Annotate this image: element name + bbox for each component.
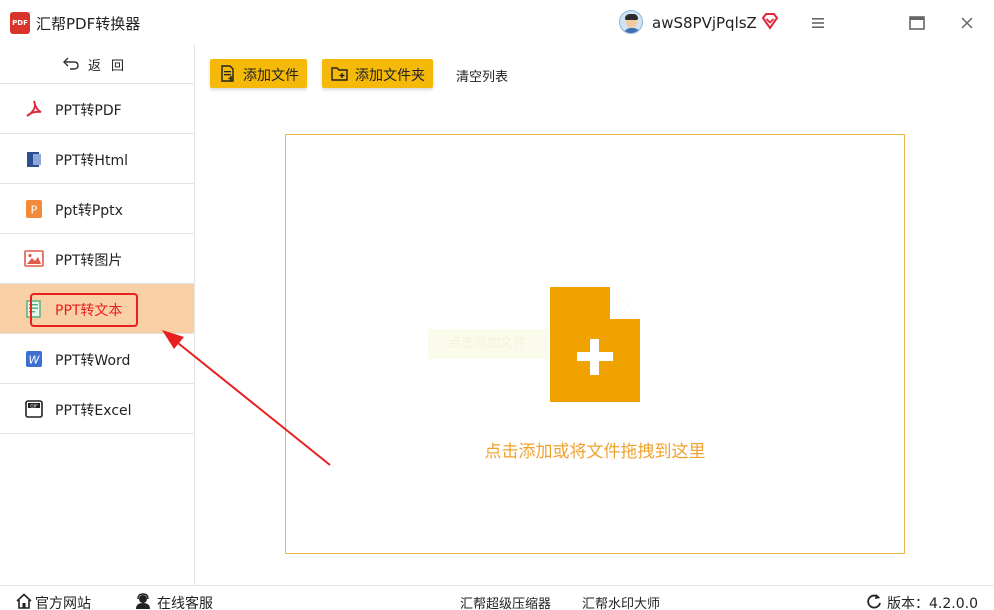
add-file-icon [221, 65, 234, 82]
sidebar-item-label: PPT转Word [55, 353, 131, 369]
app-title: 汇帮PDF转换器 [36, 15, 141, 33]
sidebar-item-ppt-to-excel[interactable]: GIF PPT转Excel [0, 384, 194, 434]
highlight-box [30, 293, 138, 327]
menu-icon[interactable] [805, 10, 831, 36]
svg-text:W: W [29, 354, 41, 367]
home-icon [16, 593, 32, 609]
title-bar: PDF 汇帮PDF转换器 awS8PVjPqlsZ [0, 0, 994, 44]
back-arrow-icon [63, 57, 79, 70]
sidebar-item-label: PPT转PDF [55, 103, 122, 119]
avatar[interactable] [619, 10, 643, 34]
svg-text:P: P [31, 204, 38, 217]
sidebar-item-ppt-to-pdf[interactable]: PPT转PDF [0, 84, 194, 134]
sidebar-item-label: Ppt转Pptx [55, 203, 123, 219]
conversion-menu: PPT转PDF PPT转Html P Ppt转Pptx PPT转图片 PPT转文… [0, 84, 194, 434]
drop-hint-text: 点击添加或将文件拖拽到这里 [484, 442, 706, 462]
sidebar-item-ppt-to-text[interactable]: PPT转文本 [0, 284, 194, 334]
back-label: 返回 [88, 59, 135, 74]
excel-icon: GIF [25, 400, 43, 418]
add-folder-icon [331, 67, 348, 81]
add-folder-label: 添加文件夹 [355, 68, 425, 84]
ghost-tooltip: 点击添加文件 [428, 329, 546, 359]
sidebar-item-ppt-to-word[interactable]: W PPT转Word [0, 334, 194, 384]
add-file-label: 添加文件 [243, 68, 299, 84]
sidebar-item-ppt-to-image[interactable]: PPT转图片 [0, 234, 194, 284]
compressor-link[interactable]: 汇帮超级压缩器 [460, 593, 551, 610]
file-drop-zone[interactable]: 点击添加文件 点击添加或将文件拖拽到这里 [285, 134, 905, 554]
sidebar-item-ppt-to-html[interactable]: PPT转Html [0, 134, 194, 184]
image-icon [24, 250, 44, 267]
sidebar: 返回 PPT转PDF PPT转Html P Ppt转Pptx PPT转图片 PP… [0, 44, 195, 585]
vip-diamond-icon[interactable] [761, 12, 779, 30]
app-logo: PDF [10, 12, 30, 34]
close-icon[interactable] [954, 10, 980, 36]
add-document-icon[interactable] [550, 287, 640, 402]
pptx-icon: P [26, 200, 42, 218]
maximize-icon[interactable] [904, 10, 930, 36]
refresh-icon [867, 594, 881, 609]
svg-text:GIF: GIF [30, 403, 38, 409]
sidebar-item-ppt-to-pptx[interactable]: P Ppt转Pptx [0, 184, 194, 234]
version-label: 版本：4.2.0.0 [887, 596, 978, 610]
word-icon: W [26, 351, 42, 367]
online-service-link[interactable]: 在线客服 [135, 593, 213, 610]
watermark-link[interactable]: 汇帮水印大师 [582, 593, 660, 610]
pdf-icon [26, 100, 42, 117]
html-icon [27, 152, 41, 167]
official-website-link[interactable]: 官方网站 [16, 593, 91, 610]
version-info[interactable]: 版本：4.2.0.0 [866, 593, 978, 610]
sidebar-item-label: PPT转Html [55, 153, 128, 169]
clear-list-button[interactable]: 清空列表 [456, 66, 508, 85]
add-file-button[interactable]: 添加文件 [210, 59, 307, 88]
online-service-label: 在线客服 [157, 596, 213, 610]
status-bar: 官方网站 在线客服 汇帮超级压缩器 汇帮水印大师 版本：4.2.0.0 [0, 585, 994, 610]
back-button[interactable]: 返回 [0, 44, 194, 84]
sidebar-item-label: PPT转图片 [55, 253, 123, 269]
customer-service-icon [136, 593, 150, 609]
sidebar-item-label: PPT转Excel [55, 403, 132, 419]
official-website-label: 官方网站 [35, 596, 91, 610]
add-folder-button[interactable]: 添加文件夹 [322, 59, 433, 88]
username[interactable]: awS8PVjPqlsZ [652, 14, 757, 32]
